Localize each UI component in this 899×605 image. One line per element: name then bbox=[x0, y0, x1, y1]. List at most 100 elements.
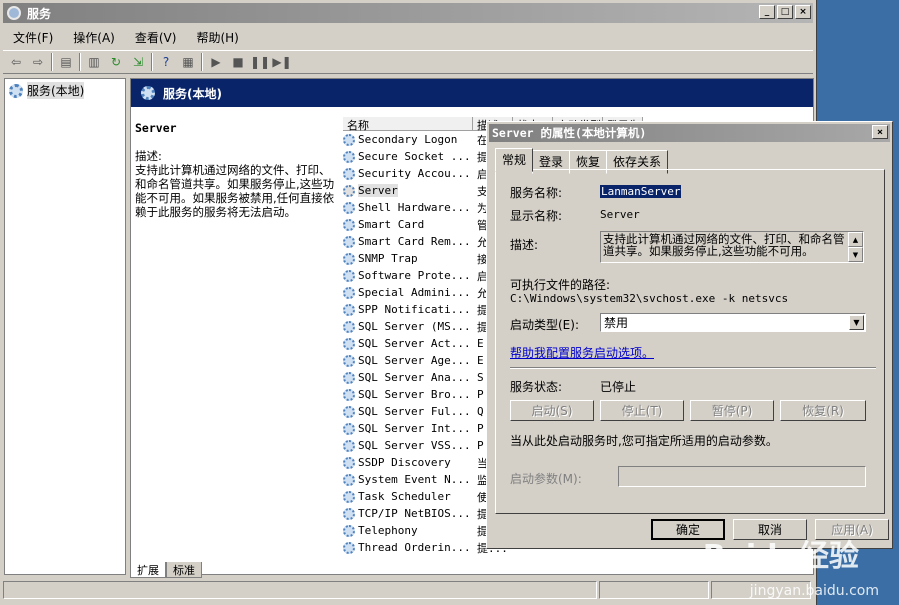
menu-help[interactable]: 帮助(H) bbox=[186, 29, 248, 46]
row-name: Task Scheduler bbox=[358, 490, 451, 503]
scroll-down-icon[interactable]: ▼ bbox=[848, 247, 863, 262]
row-name-cell: TCP/IP NetBIOS... bbox=[343, 507, 473, 520]
gear-icon bbox=[343, 320, 355, 333]
row-name: Smart Card bbox=[358, 218, 425, 231]
gear-icon bbox=[343, 337, 355, 350]
gear-icon bbox=[343, 422, 355, 435]
path-label: 可执行文件的路径: bbox=[510, 278, 611, 292]
startup-type-label: 启动类型(E): bbox=[510, 318, 579, 332]
console-icon[interactable]: ▦ bbox=[179, 53, 197, 71]
gear-icon bbox=[343, 286, 355, 299]
start-params-label: 启动参数(M): bbox=[510, 472, 582, 486]
services-app-icon bbox=[7, 6, 21, 20]
dialog-title: Server 的属性(本地计算机) bbox=[492, 126, 647, 140]
row-name-cell: Smart Card Rem... bbox=[343, 235, 473, 248]
tab-extended[interactable]: 扩展 bbox=[130, 562, 166, 578]
back-icon[interactable]: ⇦ bbox=[7, 53, 25, 71]
restart-icon[interactable]: ▶❚ bbox=[272, 53, 291, 71]
description-value: 支持此计算机通过网络的文件、打印、和命名管道共享。如果服务停止,这些功能不可用。 bbox=[603, 232, 845, 258]
stop-icon[interactable]: ■ bbox=[229, 53, 247, 71]
toolbar-separator bbox=[79, 53, 81, 71]
dialog-close-button[interactable]: × bbox=[872, 125, 888, 139]
description-scrollbar[interactable]: ▲ ▼ bbox=[848, 232, 863, 262]
export-icon[interactable]: ⇲ bbox=[129, 53, 147, 71]
stop-button[interactable]: 停止(T) bbox=[600, 400, 684, 421]
gear-icon bbox=[343, 167, 355, 180]
row-name: System Event N... bbox=[358, 473, 471, 486]
startup-type-value: 禁用 bbox=[604, 316, 629, 330]
gear-icon bbox=[343, 269, 355, 282]
description-label: 描述: bbox=[510, 238, 539, 252]
row-name-cell: Telephony bbox=[343, 524, 473, 537]
menu-file[interactable]: 文件(F) bbox=[3, 29, 63, 46]
description-label: 描述: bbox=[135, 149, 162, 163]
startup-type-select[interactable]: 禁用 ▼ bbox=[600, 313, 866, 332]
minimize-button[interactable]: _ bbox=[759, 5, 775, 19]
description-textbox[interactable]: 支持此计算机通过网络的文件、打印、和命名管道共享。如果服务停止,这些功能不可用。… bbox=[600, 231, 864, 263]
dialog-title-bar: Server 的属性(本地计算机) × bbox=[489, 124, 890, 142]
refresh-icon[interactable]: ↻ bbox=[107, 53, 125, 71]
gear-icon bbox=[343, 218, 355, 231]
gear-icon bbox=[343, 303, 355, 316]
row-name-cell: Security Accou... bbox=[343, 167, 473, 180]
menu-action[interactable]: 操作(A) bbox=[63, 29, 125, 46]
row-name: SQL Server Int... bbox=[358, 422, 471, 435]
toolbar: ⇦ ⇨ ▤ ▥ ↻ ⇲ ? ▦ ▶ ■ ❚❚ ▶❚ bbox=[3, 50, 813, 74]
tab-general[interactable]: 常规 bbox=[495, 148, 534, 172]
service-status-value: 已停止 bbox=[600, 380, 637, 394]
play-icon[interactable]: ▶ bbox=[207, 53, 225, 71]
row-name-cell: SNMP Trap bbox=[343, 252, 473, 265]
row-name-cell: SSDP Discovery bbox=[343, 456, 473, 469]
tab-standard[interactable]: 标准 bbox=[166, 562, 202, 578]
display-name-label: 显示名称: bbox=[510, 209, 563, 223]
row-name-cell: SQL Server Age... bbox=[343, 354, 473, 367]
maximize-button[interactable]: □ bbox=[777, 5, 793, 19]
help-icon[interactable]: ? bbox=[157, 53, 175, 71]
pane-header: 服务(本地) bbox=[131, 79, 813, 107]
row-name-cell: Server bbox=[343, 184, 473, 197]
status-cell bbox=[599, 581, 709, 599]
service-name-value[interactable]: LanmanServer bbox=[600, 185, 682, 198]
row-name: Secondary Logon bbox=[358, 133, 458, 146]
row-name-cell: Shell Hardware... bbox=[343, 201, 473, 214]
description-text: 支持此计算机通过网络的文件、打印、和命名管道共享。如果服务停止,这些功能不可用。… bbox=[135, 163, 335, 219]
toolbar-separator bbox=[201, 53, 203, 71]
row-name-cell: SQL Server (MS... bbox=[343, 320, 473, 333]
gear-icon bbox=[343, 473, 355, 486]
row-name: Telephony bbox=[358, 524, 418, 537]
start-button[interactable]: 启动(S) bbox=[510, 400, 594, 421]
gear-icon bbox=[343, 490, 355, 503]
gear-icon bbox=[343, 235, 355, 248]
divider bbox=[510, 367, 876, 369]
properties-icon[interactable]: ▥ bbox=[85, 53, 103, 71]
row-name-cell: SQL Server VSS... bbox=[343, 439, 473, 452]
help-startup-link[interactable]: 帮助我配置服务启动选项。 bbox=[510, 344, 654, 361]
description-panel: Server 描述: 支持此计算机通过网络的文件、打印、和命名管道共享。如果服务… bbox=[135, 121, 335, 219]
row-name: Software Prote... bbox=[358, 269, 471, 282]
show-tree-icon[interactable]: ▤ bbox=[57, 53, 75, 71]
scroll-up-icon[interactable]: ▲ bbox=[848, 232, 863, 247]
tree-item-label: 服务(本地) bbox=[27, 82, 85, 99]
gear-icon bbox=[343, 541, 355, 554]
close-button[interactable]: × bbox=[795, 5, 811, 19]
forward-icon[interactable]: ⇨ bbox=[29, 53, 47, 71]
tree-item-services-local[interactable]: 服务(本地) bbox=[7, 81, 123, 100]
display-name-value[interactable]: Server bbox=[600, 208, 640, 221]
row-name: TCP/IP NetBIOS... bbox=[358, 507, 471, 520]
pause-icon[interactable]: ❚❚ bbox=[250, 53, 270, 71]
row-name: Security Accou... bbox=[358, 167, 471, 180]
column-name[interactable]: 名称 bbox=[343, 117, 473, 132]
tree-pane: 服务(本地) bbox=[4, 78, 126, 575]
row-name: Shell Hardware... bbox=[358, 201, 471, 214]
chevron-down-icon[interactable]: ▼ bbox=[849, 315, 864, 330]
pause-button[interactable]: 暂停(P) bbox=[690, 400, 774, 421]
row-name: SSDP Discovery bbox=[358, 456, 451, 469]
menu-view[interactable]: 查看(V) bbox=[125, 29, 187, 46]
row-name: Secure Socket ... bbox=[358, 150, 471, 163]
row-name: Thread Orderin... bbox=[358, 541, 471, 554]
row-name-cell: Task Scheduler bbox=[343, 490, 473, 503]
start-params-input[interactable] bbox=[618, 466, 866, 487]
status-cell bbox=[3, 581, 597, 599]
resume-button[interactable]: 恢复(R) bbox=[780, 400, 866, 421]
row-name-cell: SQL Server Int... bbox=[343, 422, 473, 435]
